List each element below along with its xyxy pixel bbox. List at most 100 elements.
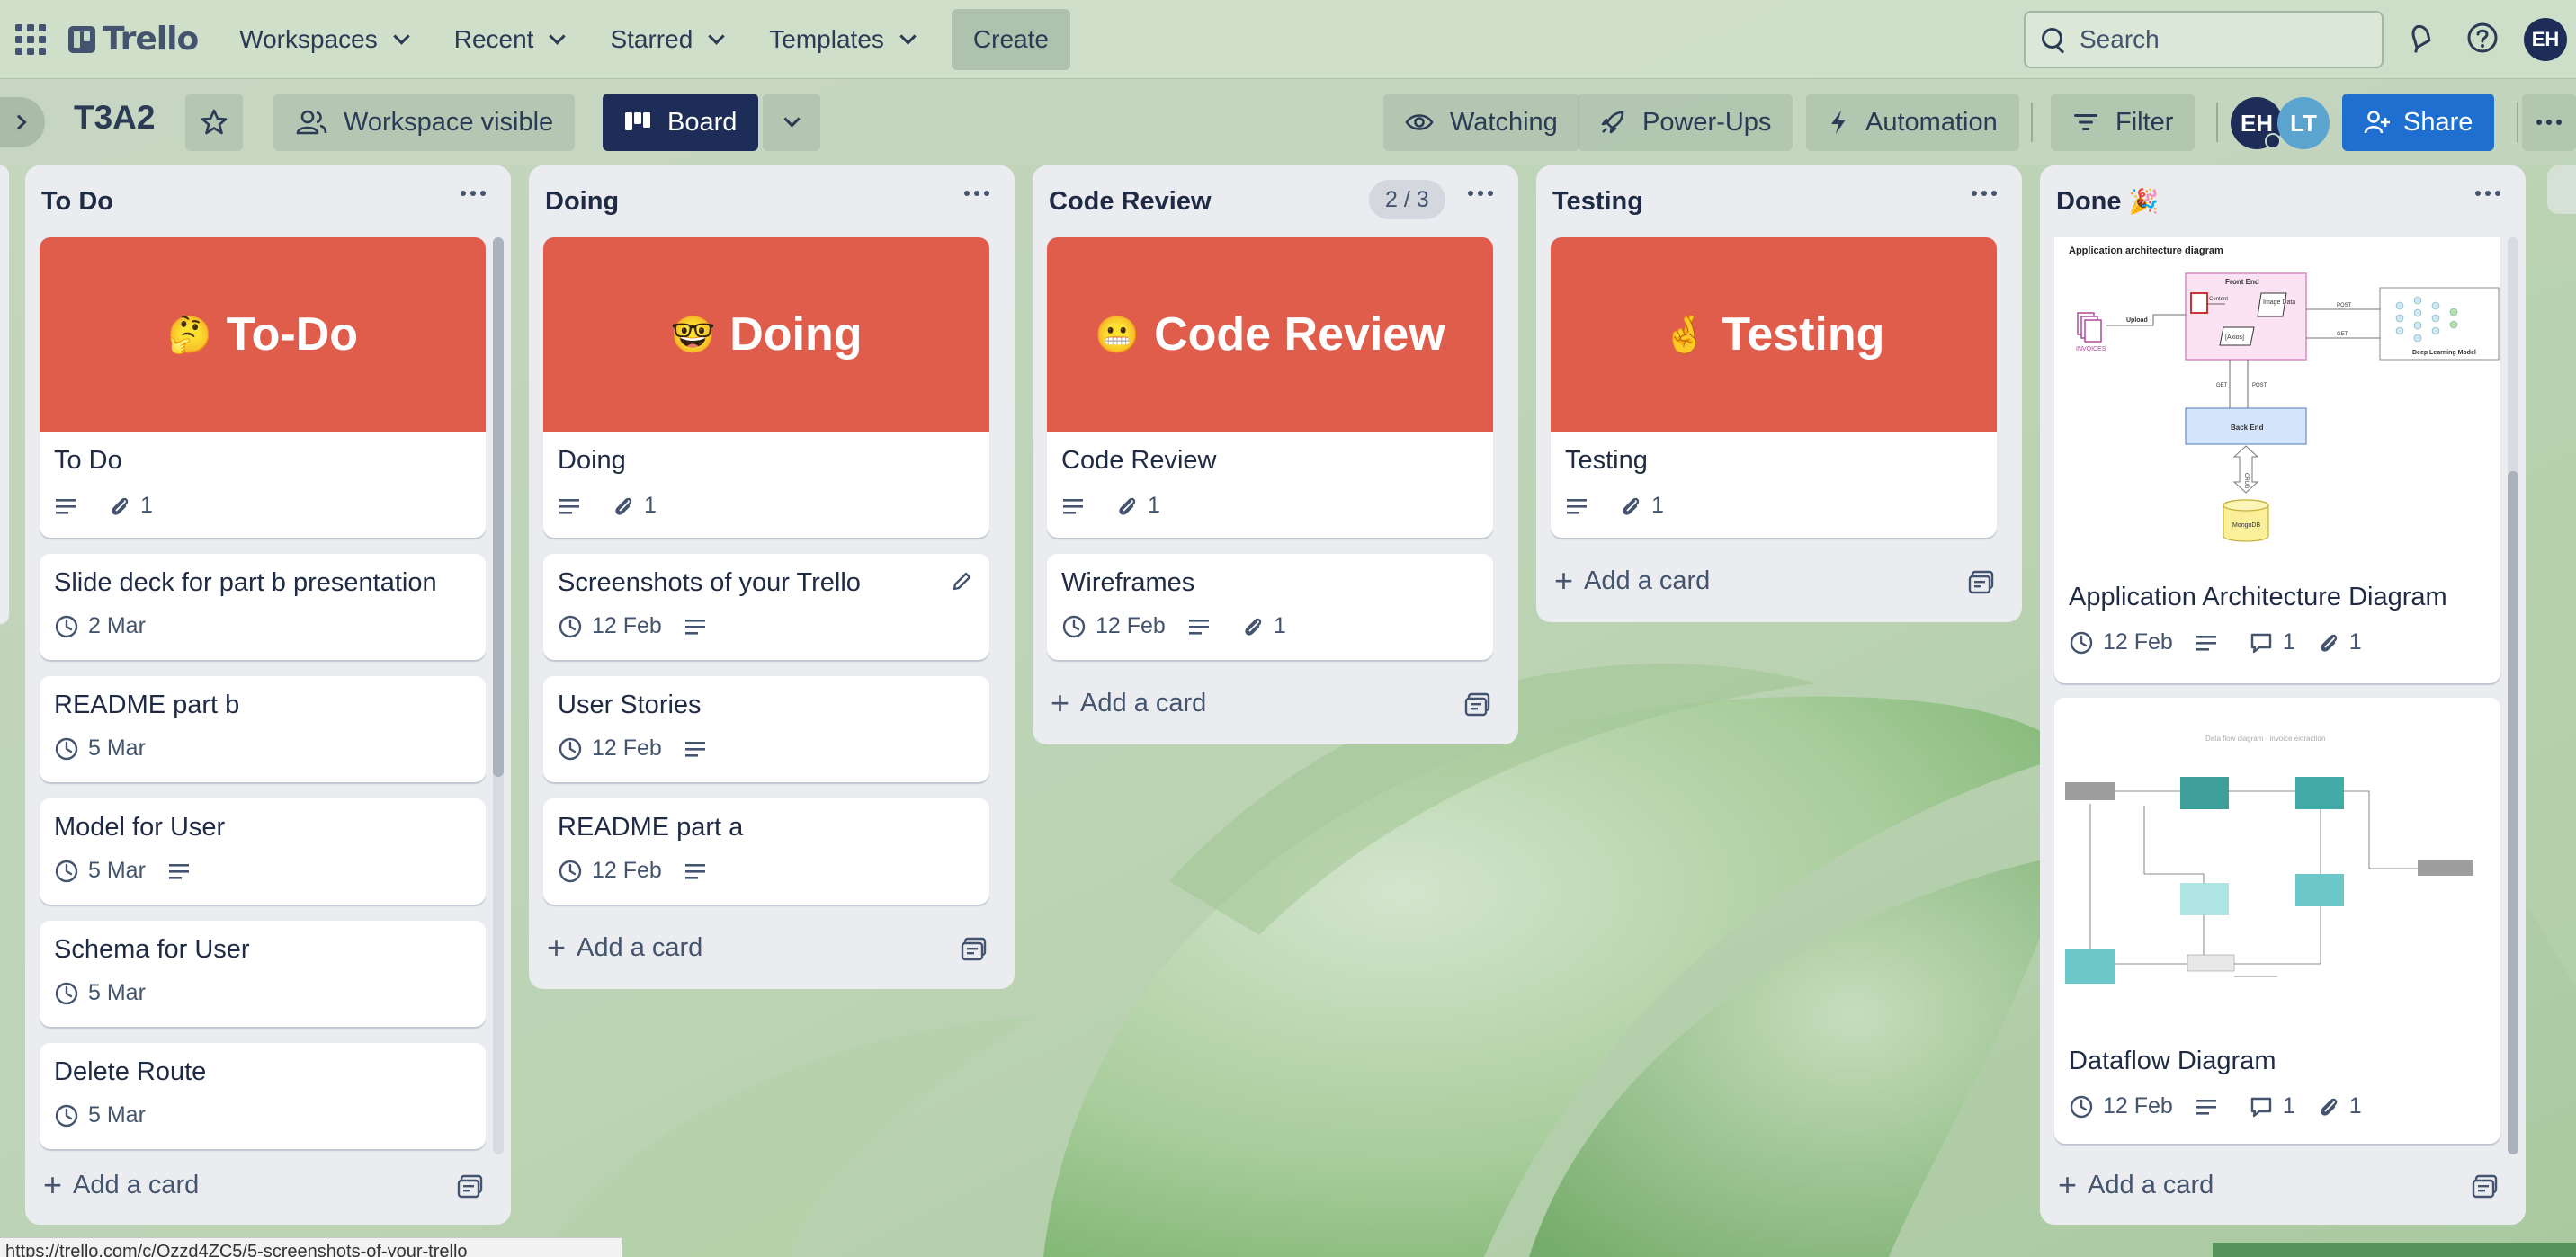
card[interactable]: Data flow diagram - invoice extraction D… (2054, 698, 2500, 1144)
card-badges: 2 Mar (54, 613, 167, 639)
starred-menu[interactable]: Starred (590, 14, 742, 65)
list-menu-button[interactable] (1468, 191, 1493, 196)
trello-logo-icon (68, 25, 95, 53)
list-menu-button[interactable] (964, 191, 989, 196)
card-image-cover: Data flow diagram - invoice extraction (2054, 698, 2500, 1032)
card-badges: 12 Feb (558, 858, 738, 884)
clock-icon (559, 860, 582, 882)
card[interactable]: Schema for User 5 Mar (40, 921, 486, 1027)
card[interactable]: README part a 12 Feb (543, 798, 989, 905)
card-badges: 5 Mar (54, 858, 221, 884)
card-cover-banner: 🤔 To-Do (40, 237, 486, 432)
share-button[interactable]: Share (2342, 94, 2495, 151)
visibility-button[interactable]: Workspace visible (273, 94, 576, 151)
list-menu-button[interactable] (1972, 191, 1997, 196)
card-badges: 12 Feb (558, 613, 738, 639)
clock-icon (2070, 1095, 2093, 1118)
member-avatar[interactable]: EH (2231, 97, 2283, 149)
automation-button[interactable]: Automation (1806, 94, 2019, 151)
list-menu-button[interactable] (461, 191, 486, 196)
people-icon (296, 110, 327, 135)
sidebar-toggle[interactable] (0, 97, 45, 147)
templates-menu[interactable]: Templates (749, 14, 934, 65)
card-cover[interactable]: 🤓 Doing Doing 1 (543, 237, 989, 538)
card-title: README part b (54, 691, 240, 719)
add-list-edge[interactable] (2547, 165, 2576, 214)
plus-icon: + (2058, 1166, 2078, 1203)
list-done: Done 🎉 Application architecture diagram … (2040, 165, 2526, 1225)
card[interactable]: Application architecture diagram Front E… (2054, 237, 2500, 683)
card-title: Application Architecture Diagram (2069, 583, 2447, 611)
more-icon (1468, 191, 1473, 196)
card-cover[interactable]: 🤞 Testing Testing 1 (1551, 237, 1997, 538)
list-title[interactable]: To Do (41, 187, 113, 217)
card-badges: 1 (1061, 493, 1182, 519)
add-card-button[interactable]: + Add a card (1051, 687, 1206, 719)
card-title: Code Review (1061, 446, 1217, 475)
board-view-icon (625, 112, 650, 130)
add-card-button[interactable]: + Add a card (43, 1169, 199, 1201)
card[interactable]: Delete Route 5 Mar (40, 1043, 486, 1149)
card[interactable]: Screenshots of your Trello 12 Feb (543, 554, 989, 660)
power-ups-button[interactable]: Power-Ups (1578, 94, 1793, 151)
board-menu-button[interactable] (2522, 94, 2576, 151)
card-cover[interactable]: 😬 Code Review Code Review 1 (1047, 237, 1493, 538)
list-title[interactable]: Done 🎉 (2056, 187, 2159, 217)
filter-button[interactable]: Filter (2051, 94, 2196, 151)
chevron-down-icon (783, 110, 801, 128)
description-icon (1188, 619, 1209, 635)
list-cards-scroll-area: Application architecture diagram Front E… (2040, 237, 2526, 1154)
user-avatar[interactable]: EH (2524, 18, 2567, 61)
filter-icon (2074, 114, 2097, 130)
card[interactable]: Slide deck for part b presentation 2 Mar (40, 554, 486, 660)
chevron-down-icon (708, 27, 725, 45)
add-card-button[interactable]: + Add a card (1554, 565, 1710, 597)
views-dropdown-button[interactable] (763, 94, 820, 151)
chevron-down-icon (549, 27, 567, 45)
card-title: Doing (558, 446, 626, 475)
description-icon (2196, 635, 2216, 651)
card-template-icon[interactable] (457, 1174, 484, 1199)
list-menu-button[interactable] (2475, 191, 2500, 196)
lightning-icon (1831, 111, 1846, 134)
card-template-icon[interactable] (1464, 692, 1491, 718)
list-scrollbar-thumb[interactable] (2508, 471, 2518, 1154)
card-template-icon[interactable] (2472, 1174, 2499, 1199)
list-title[interactable]: Testing (1552, 187, 1643, 217)
trello-logo[interactable]: Trello (68, 18, 199, 61)
help-icon[interactable] (2463, 18, 2502, 58)
clock-icon (2070, 631, 2093, 654)
card-template-icon[interactable] (1968, 570, 1995, 595)
card-title: Wireframes (1061, 568, 1195, 597)
recent-menu[interactable]: Recent (434, 14, 584, 65)
card-cover[interactable]: 🤔 To-Do To Do 1 (40, 237, 486, 538)
list-title[interactable]: Doing (545, 187, 619, 217)
list-scrollbar-thumb[interactable] (493, 237, 504, 777)
notifications-icon[interactable] (2400, 18, 2439, 58)
card[interactable]: User Stories 12 Feb (543, 676, 989, 782)
more-icon (2475, 191, 2481, 196)
workspaces-menu[interactable]: Workspaces (219, 14, 427, 65)
card[interactable]: README part b 5 Mar (40, 676, 486, 782)
board-view-button[interactable]: Board (603, 94, 759, 151)
description-icon (168, 863, 189, 879)
create-button[interactable]: Create (951, 8, 1070, 70)
card[interactable]: Wireframes 12 Feb 1 (1047, 554, 1493, 660)
star-button[interactable] (185, 94, 243, 151)
card-badges: 1 (54, 493, 174, 519)
app-switcher-icon[interactable] (14, 23, 47, 56)
board-title[interactable]: T3A2 (74, 99, 155, 137)
description-icon (1567, 498, 1587, 514)
member-avatar[interactable]: LT (2277, 97, 2330, 149)
board-header: T3A2 Workspace visible Board Watching Po… (0, 79, 2576, 165)
add-card-button[interactable]: + Add a card (547, 932, 702, 964)
list-title[interactable]: Code Review (1049, 187, 1212, 217)
search-input[interactable]: Search (2024, 11, 2384, 68)
watching-button[interactable]: Watching (1383, 94, 1579, 151)
admin-badge-icon (2265, 133, 2281, 149)
edit-pencil-icon[interactable] (950, 570, 973, 593)
add-card-button[interactable]: + Add a card (2058, 1169, 2214, 1201)
card-template-icon[interactable] (961, 937, 988, 962)
list-code-review: Code Review 2 / 3 😬 Code Review Code Revi… (1033, 165, 1518, 744)
card[interactable]: Model for User 5 Mar (40, 798, 486, 905)
